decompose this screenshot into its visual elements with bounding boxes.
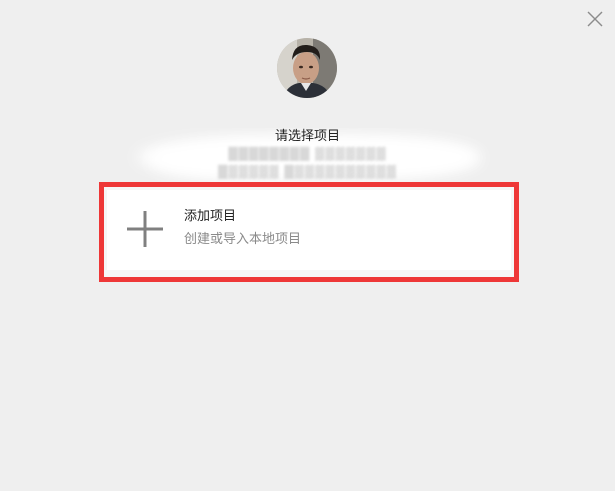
add-project-button[interactable]: 添加项目 创建或导入本地项目 [107, 190, 511, 270]
add-project-label: 添加项目 [184, 209, 237, 224]
blurred-text-line: ████████ ▓▓▓▓▓▓▓ [228, 147, 387, 161]
close-button[interactable] [584, 8, 606, 30]
add-project-description: 创建或导入本地项目 [184, 232, 302, 247]
page-title: 请选择项目 [274, 129, 340, 144]
close-icon [587, 11, 603, 27]
user-avatar-icon [277, 38, 337, 98]
plus-icon [127, 211, 163, 247]
blurred-text-line: █▓▓▓▓▓ █▓▓▓▓▓▓▓▓▓▓ [218, 165, 397, 179]
avatar[interactable] [277, 38, 337, 98]
